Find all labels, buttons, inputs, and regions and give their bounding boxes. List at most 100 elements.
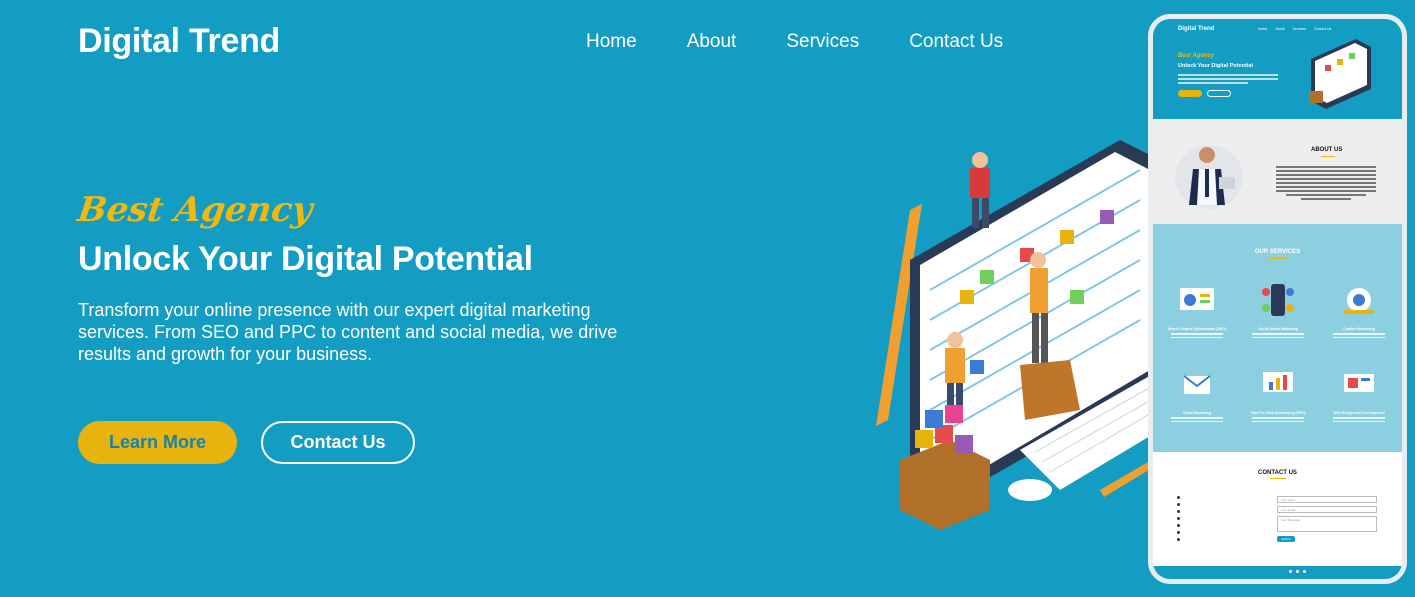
- mockup-service-card: Web Design and Development: [1327, 366, 1391, 422]
- mockup-service-card: Pay-Per-Click Advertising (PPC): [1246, 366, 1310, 422]
- mockup-contact-item: [1177, 517, 1180, 520]
- mockup-services-underline: [1269, 258, 1287, 259]
- nav-services[interactable]: Services: [786, 31, 859, 53]
- globe-icon: [1177, 538, 1180, 541]
- mockup-text-line: [1171, 420, 1223, 422]
- mockup-footer: [1153, 566, 1402, 579]
- mockup-text-line: [1252, 420, 1304, 422]
- mockup-services-title: OUR SERVICES: [1254, 249, 1301, 255]
- mockup-text-line: [1333, 417, 1385, 419]
- mockup-text-line: [1276, 186, 1376, 188]
- nav-home[interactable]: Home: [586, 31, 637, 53]
- mockup-message-field: Your Message: [1277, 516, 1377, 532]
- mockup-about-title: ABOUT US: [1311, 147, 1343, 153]
- businessman-avatar: [1175, 145, 1243, 209]
- mockup-contact-item: [1177, 510, 1180, 513]
- mockup-text-line: [1286, 194, 1366, 196]
- mockup-submit-button: Submit: [1277, 536, 1295, 542]
- mockup-nav-contact: Contact Us: [1313, 27, 1332, 31]
- social-media-icon: [1262, 284, 1294, 316]
- mockup-text-line: [1276, 182, 1376, 184]
- mockup-text-line: [1333, 333, 1385, 335]
- mockup-about-section: ABOUT US: [1153, 119, 1402, 224]
- mockup-illustration: [1309, 39, 1371, 109]
- digital-marketing-illustration: [876, 140, 1160, 530]
- web-design-icon: [1344, 374, 1374, 392]
- mockup-contact-item: [1177, 531, 1180, 534]
- nav-about[interactable]: About: [687, 31, 737, 53]
- mockup-service-name: Email Marketing: [1183, 411, 1211, 415]
- mockup-contact-section: CONTACT US Your name Your Email Your Mes…: [1153, 452, 1402, 566]
- mockup-service-card: Email Marketing: [1165, 366, 1229, 422]
- mockup-text-line: [1252, 417, 1304, 419]
- mockup-service-name: Search Engine Optimization (SEO): [1167, 327, 1227, 331]
- hero-description: Transform your online presence with our …: [78, 300, 618, 364]
- clock-icon: [1177, 531, 1180, 534]
- mockup-email-field: Your Email: [1277, 506, 1377, 513]
- site-logo[interactable]: Digital Trend: [78, 22, 280, 61]
- facebook-icon: [1289, 570, 1292, 573]
- mockup-text-line: [1333, 420, 1385, 422]
- mockup-nav-about: About: [1275, 27, 1285, 31]
- clock-icon: [1177, 524, 1180, 527]
- hero-buttons: Learn More Contact Us: [78, 421, 415, 464]
- ppc-icon: [1263, 372, 1293, 392]
- twitter-icon: [1303, 570, 1306, 573]
- mockup-text-line: [1171, 333, 1223, 335]
- main-nav: Home About Services Contact Us: [586, 31, 1003, 53]
- mockup-logo: Digital Trend: [1178, 26, 1215, 32]
- mockup-contact-item: [1177, 538, 1180, 541]
- mockup-text-line: [1276, 166, 1376, 168]
- mockup-text-line: [1276, 178, 1376, 180]
- mockup-text-line: [1276, 174, 1376, 176]
- mockup-service-card: Social Media Marketing: [1246, 282, 1310, 338]
- mockup-service-name: Pay-Per-Click Advertising (PPC): [1250, 411, 1306, 415]
- seo-icon: [1180, 288, 1214, 310]
- mockup-text-line: [1171, 417, 1223, 419]
- content-marketing-icon: [1344, 288, 1374, 314]
- mockup-text-line: [1171, 336, 1223, 338]
- mockup-about-underline: [1321, 156, 1335, 157]
- mockup-social-icons: [1289, 570, 1306, 573]
- mockup-hero: Digital Trend Home About Services Contac…: [1153, 19, 1402, 119]
- mobile-preview-mockup: Digital Trend Home About Services Contac…: [1148, 14, 1407, 584]
- mockup-text-line: [1252, 336, 1304, 338]
- mockup-nav-services: Services: [1292, 27, 1306, 31]
- mockup-text-line: [1276, 190, 1376, 192]
- mockup-service-card: Content Marketing: [1327, 282, 1391, 338]
- mockup-service-name: Web Design and Development: [1333, 411, 1385, 415]
- phone-icon: [1177, 510, 1180, 513]
- mockup-text-line: [1178, 74, 1278, 76]
- mockup-nav-home: Home: [1258, 27, 1268, 31]
- mockup-headline: Unlock Your Digital Potential: [1178, 63, 1253, 69]
- mockup-contact-underline: [1270, 478, 1286, 479]
- mockup-text-line: [1276, 170, 1376, 172]
- mockup-text-line: [1178, 78, 1278, 80]
- instagram-icon: [1296, 570, 1299, 573]
- mockup-text-line: [1333, 336, 1385, 338]
- mockup-service-card: Search Engine Optimization (SEO): [1165, 282, 1229, 338]
- hero-headline: Unlock Your Digital Potential: [78, 240, 533, 278]
- hero-section: Best Agency Unlock Your Digital Potentia…: [75, 190, 638, 365]
- learn-more-button[interactable]: Learn More: [78, 421, 237, 464]
- mockup-text-line: [1178, 82, 1248, 84]
- contact-us-button[interactable]: Contact Us: [261, 421, 415, 464]
- mockup-text-line: [1252, 333, 1304, 335]
- mockup-service-name: Content Marketing: [1343, 327, 1375, 331]
- mockup-contact-button: [1207, 90, 1231, 97]
- location-icon: [1177, 496, 1180, 499]
- clock-icon: [1177, 517, 1180, 520]
- mockup-text-line: [1301, 198, 1351, 200]
- mockup-contact-item: [1177, 496, 1180, 499]
- nav-contact[interactable]: Contact Us: [909, 31, 1003, 53]
- mockup-contact-item: [1177, 503, 1180, 506]
- mockup-name-field: Your name: [1277, 496, 1377, 503]
- mockup-learn-more-button: [1178, 90, 1202, 97]
- mockup-contact-item: [1177, 524, 1180, 527]
- mockup-contact-title: CONTACT US: [1258, 470, 1297, 476]
- mockup-tagline: Best Agency: [1178, 53, 1215, 59]
- hero-tagline: Best Agency: [75, 190, 315, 230]
- mockup-services-section: OUR SERVICES Search Engine Optimization …: [1153, 224, 1402, 452]
- email-marketing-icon: [1183, 375, 1211, 394]
- mail-icon: [1177, 503, 1180, 506]
